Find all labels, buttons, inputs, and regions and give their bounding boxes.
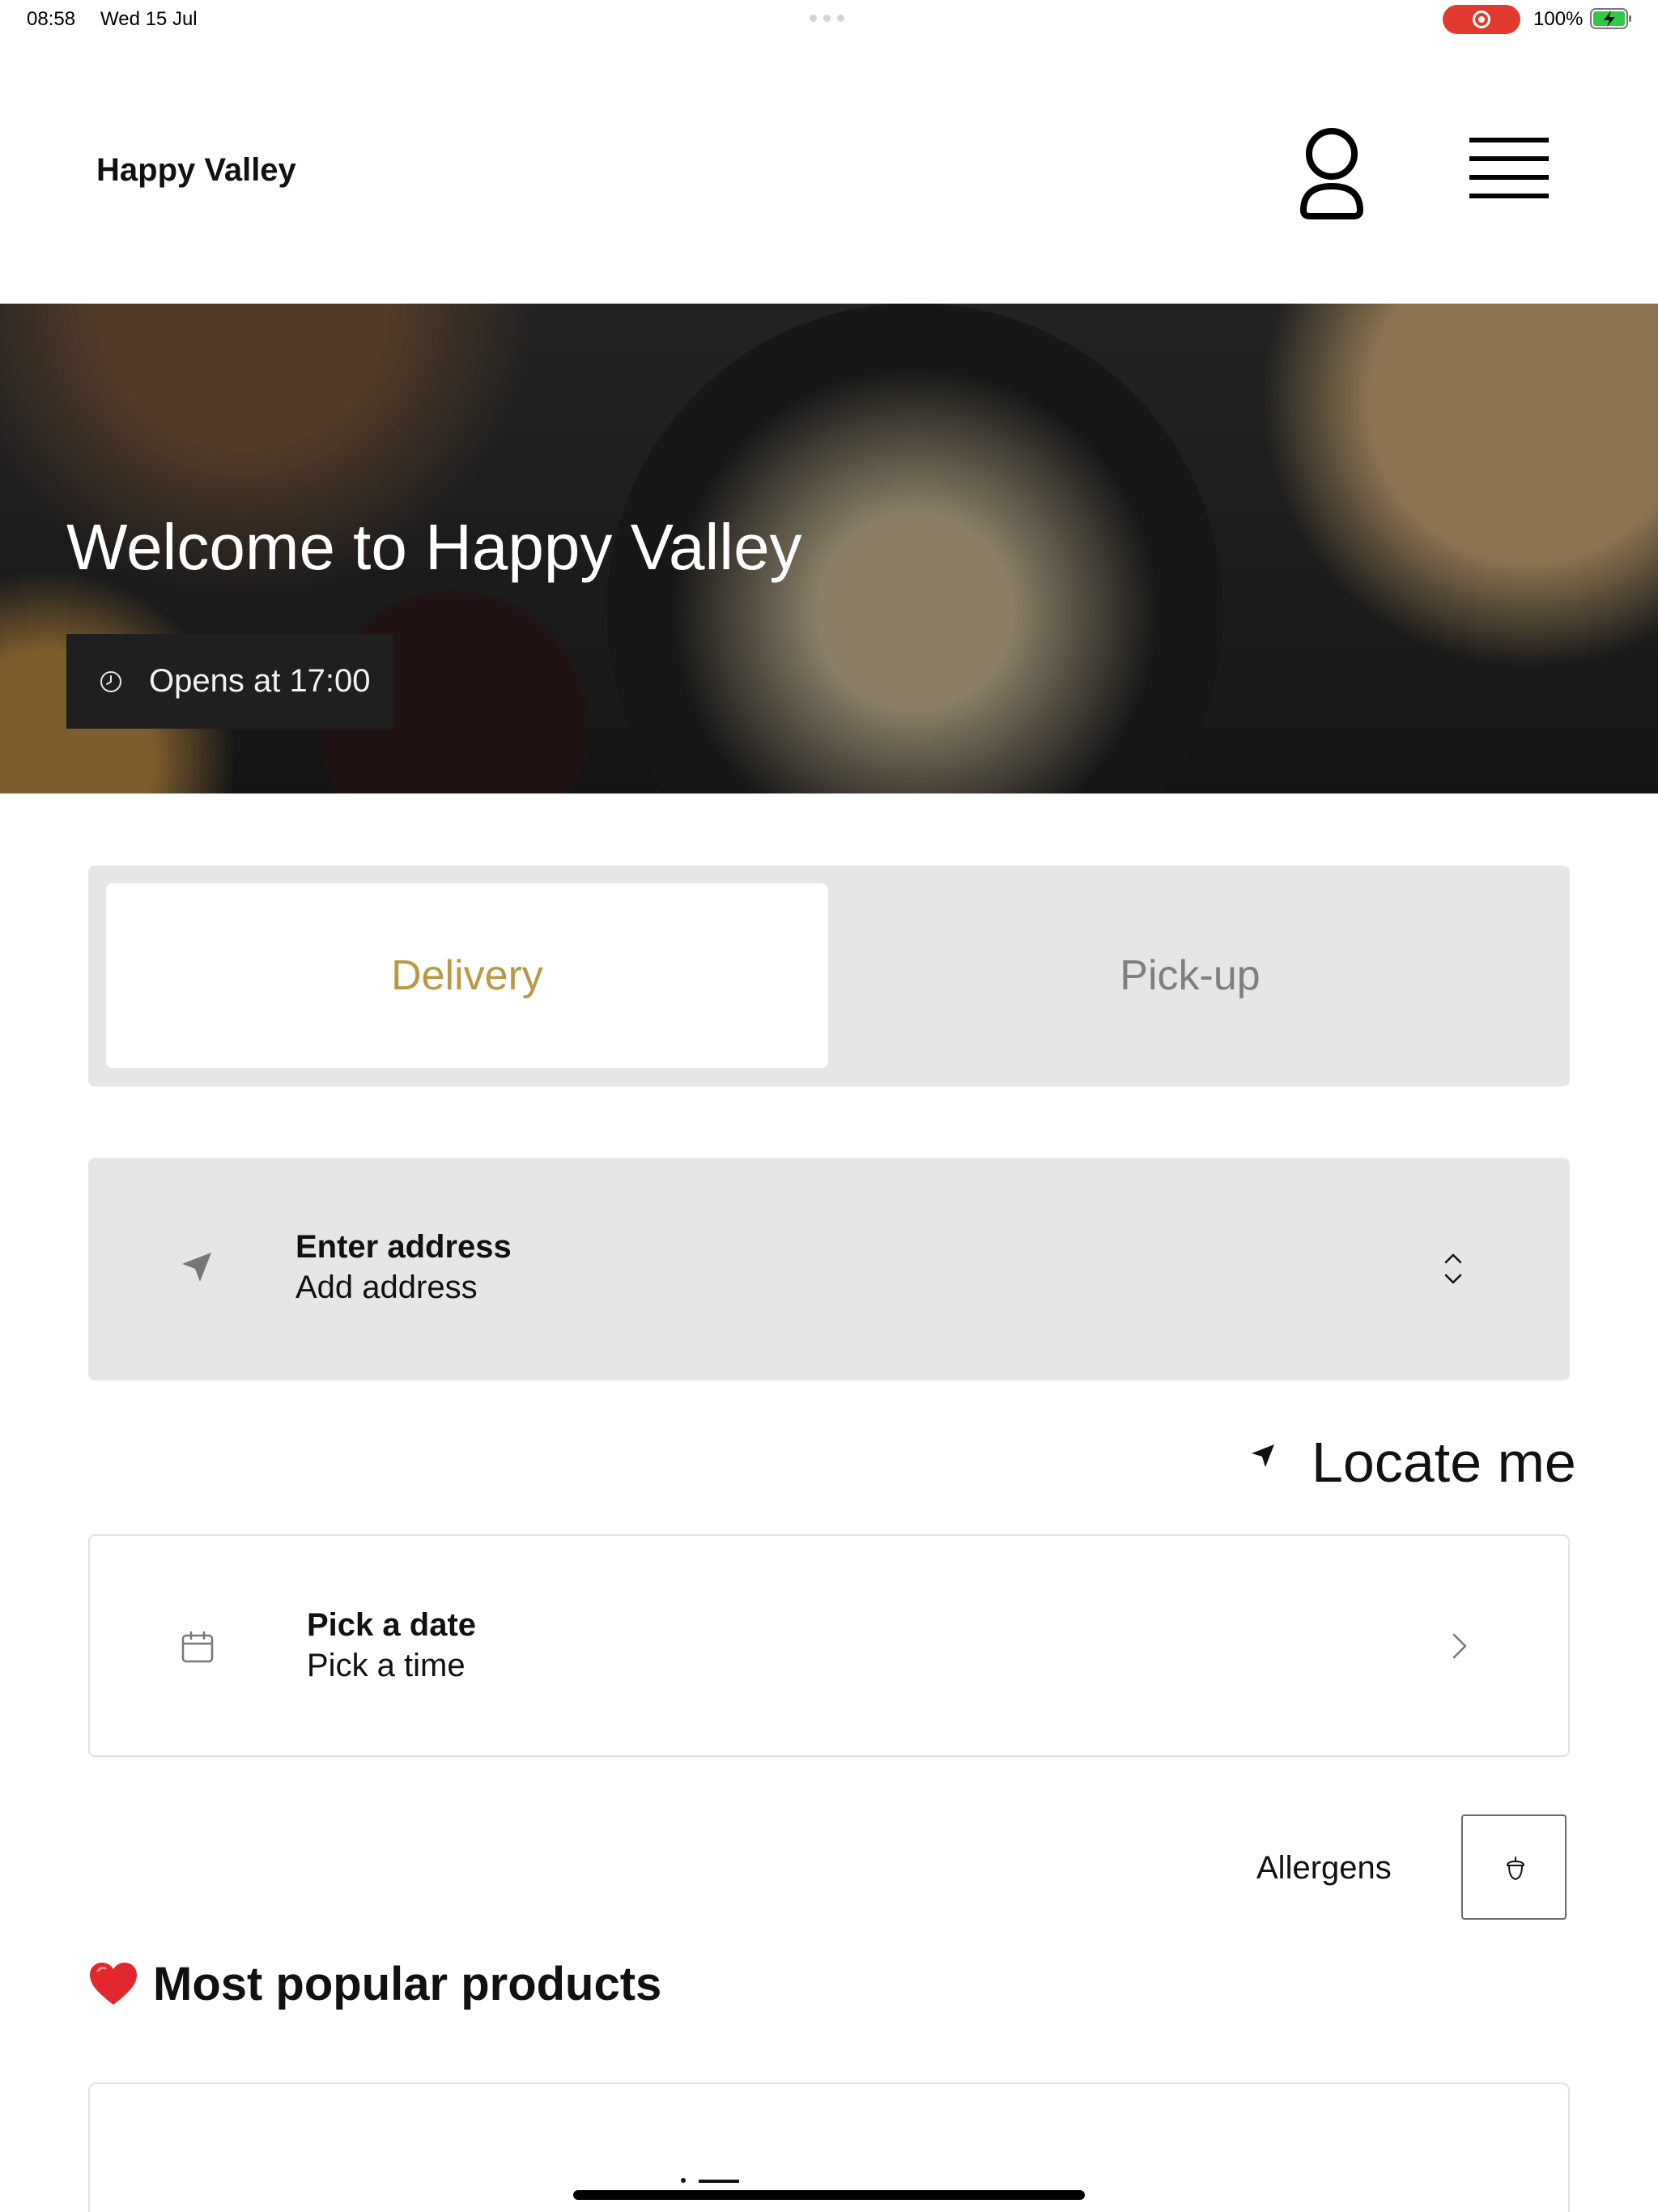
tab-pickup[interactable]: Pick-up [829,883,1551,1068]
product-image-fragment [681,2178,686,2183]
locate-me-button[interactable]: Locate me [1239,1425,1576,1494]
opening-hours-badge: Opens at 17:00 [66,634,393,729]
battery-charging-icon [1590,8,1631,29]
battery-percent: 100% [1533,8,1584,30]
pick-date-title: Pick a date [307,1607,477,1643]
order-mode-toggle: Delivery Pick-up [88,866,1570,1087]
date-time-picker[interactable]: Pick a date Pick a time [88,1534,1570,1757]
clock-icon [100,670,121,692]
tab-delivery[interactable]: Delivery [106,883,828,1068]
user-icon [1300,128,1363,219]
hamburger-menu-icon [1469,138,1549,198]
acorn-icon [1507,1857,1524,1880]
address-title: Enter address [295,1229,512,1265]
allergens-label: Allergens [1256,1850,1392,1886]
locate-me-label: Locate me [1312,1431,1576,1494]
location-arrow-icon [1252,1444,1274,1467]
brand-title[interactable]: Happy Valley [96,152,296,189]
multitasking-dots-icon[interactable] [810,15,848,23]
navigation-arrow-icon [182,1253,211,1282]
chevron-up-down-icon [1444,1253,1462,1284]
address-subtitle: Add address [295,1270,478,1305]
screen-recording-icon[interactable] [1443,5,1520,34]
popular-section-header: Most popular products [88,1951,661,2016]
chevron-right-icon [1452,1633,1467,1659]
menu-button[interactable] [1465,134,1554,206]
account-button[interactable] [1287,123,1376,224]
home-indicator[interactable] [573,2190,1085,2200]
status-date: Wed 15 Jul [100,8,198,30]
popular-section-title: Most popular products [153,1957,662,2010]
pick-time-subtitle: Pick a time [307,1648,466,1683]
product-image-fragment [699,2180,739,2183]
heart-icon [90,1963,137,2005]
hero-banner: Welcome to Happy Valley Opens at 17:00 [0,304,1658,793]
status-time: 08:58 [27,8,76,30]
address-selector[interactable]: Enter address Add address [88,1158,1570,1380]
status-bar: 08:58 Wed 15 Jul 100% [0,0,1658,39]
calendar-icon [181,1631,214,1663]
app-page: 08:58 Wed 15 Jul 100% Happy Valley Welco… [0,0,1658,2212]
allergens-button[interactable] [1461,1814,1567,1920]
opening-hours-label: Opens at 17:00 [149,663,371,699]
hero-title: Welcome to Happy Valley [66,511,802,583]
